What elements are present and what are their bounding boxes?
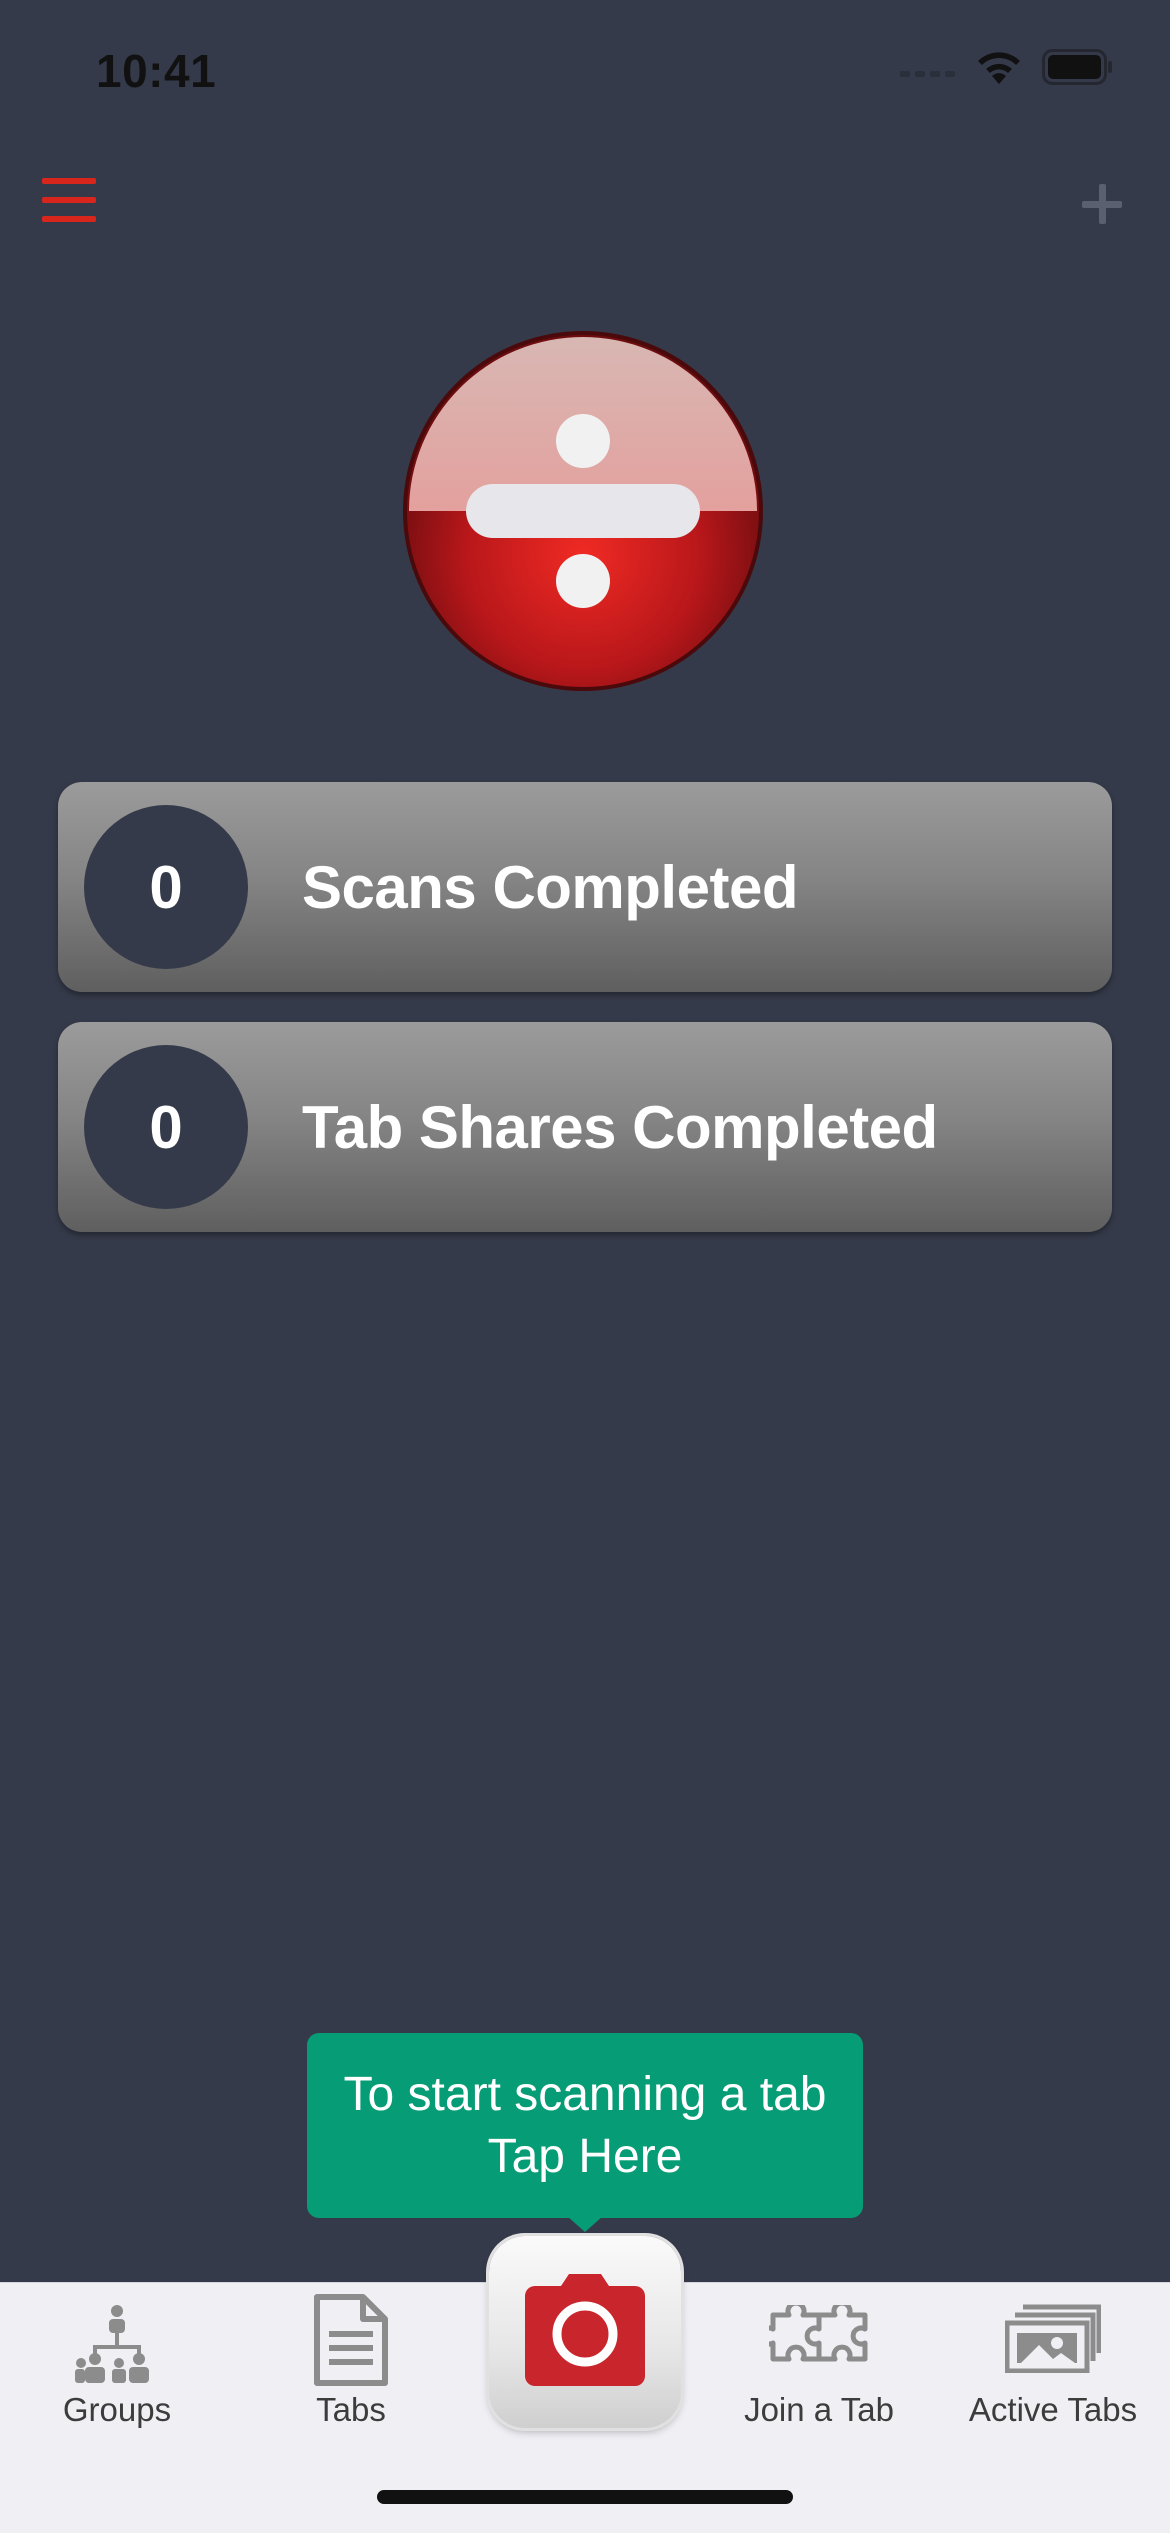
scans-count: 0 (84, 805, 248, 969)
puzzle-icon (758, 2300, 869, 2373)
plus-icon[interactable] (1078, 180, 1126, 228)
scans-completed-card: 0 Scans Completed (58, 782, 1112, 992)
scan-camera-button[interactable] (489, 2236, 681, 2428)
status-time: 10:41 (96, 45, 217, 97)
tab-shares-completed-label: Tab Shares Completed (302, 1093, 938, 1161)
tab-tabs[interactable]: Tabs (234, 2283, 468, 2443)
cellular-signal-icon (900, 57, 956, 77)
tab-shares-count: 0 (84, 1045, 248, 1209)
tab-join-a-tab-label: Join a Tab (744, 2391, 894, 2428)
battery-icon (1042, 49, 1114, 85)
divide-logo-icon (402, 330, 764, 692)
photos-stack-icon (1004, 2301, 1102, 2377)
document-icon (313, 2293, 389, 2391)
tab-groups[interactable]: Groups (0, 2283, 234, 2443)
scan-tooltip: To start scanning a tab Tap Here (307, 2033, 863, 2218)
tab-tabs-label: Tabs (316, 2391, 386, 2428)
tab-join-a-tab[interactable]: Join a Tab (702, 2283, 936, 2443)
tooltip-line-2: Tap Here (487, 2129, 683, 2183)
home-indicator[interactable] (377, 2490, 793, 2504)
scans-completed-label: Scans Completed (302, 853, 798, 921)
wifi-icon (974, 48, 1024, 86)
tab-active-tabs[interactable]: Active Tabs (936, 2283, 1170, 2443)
tooltip-arrow (567, 2216, 603, 2232)
groups-icon (75, 2303, 159, 2387)
tab-active-tabs-label: Active Tabs (968, 2391, 1138, 2428)
camera-icon (523, 2272, 647, 2392)
tooltip-line-1: To start scanning a tab (343, 2067, 827, 2121)
tab-groups-label: Groups (62, 2391, 172, 2428)
hamburger-menu-icon[interactable] (42, 178, 96, 228)
tab-shares-completed-card: 0 Tab Shares Completed (58, 1022, 1112, 1232)
status-indicators (900, 48, 1114, 86)
